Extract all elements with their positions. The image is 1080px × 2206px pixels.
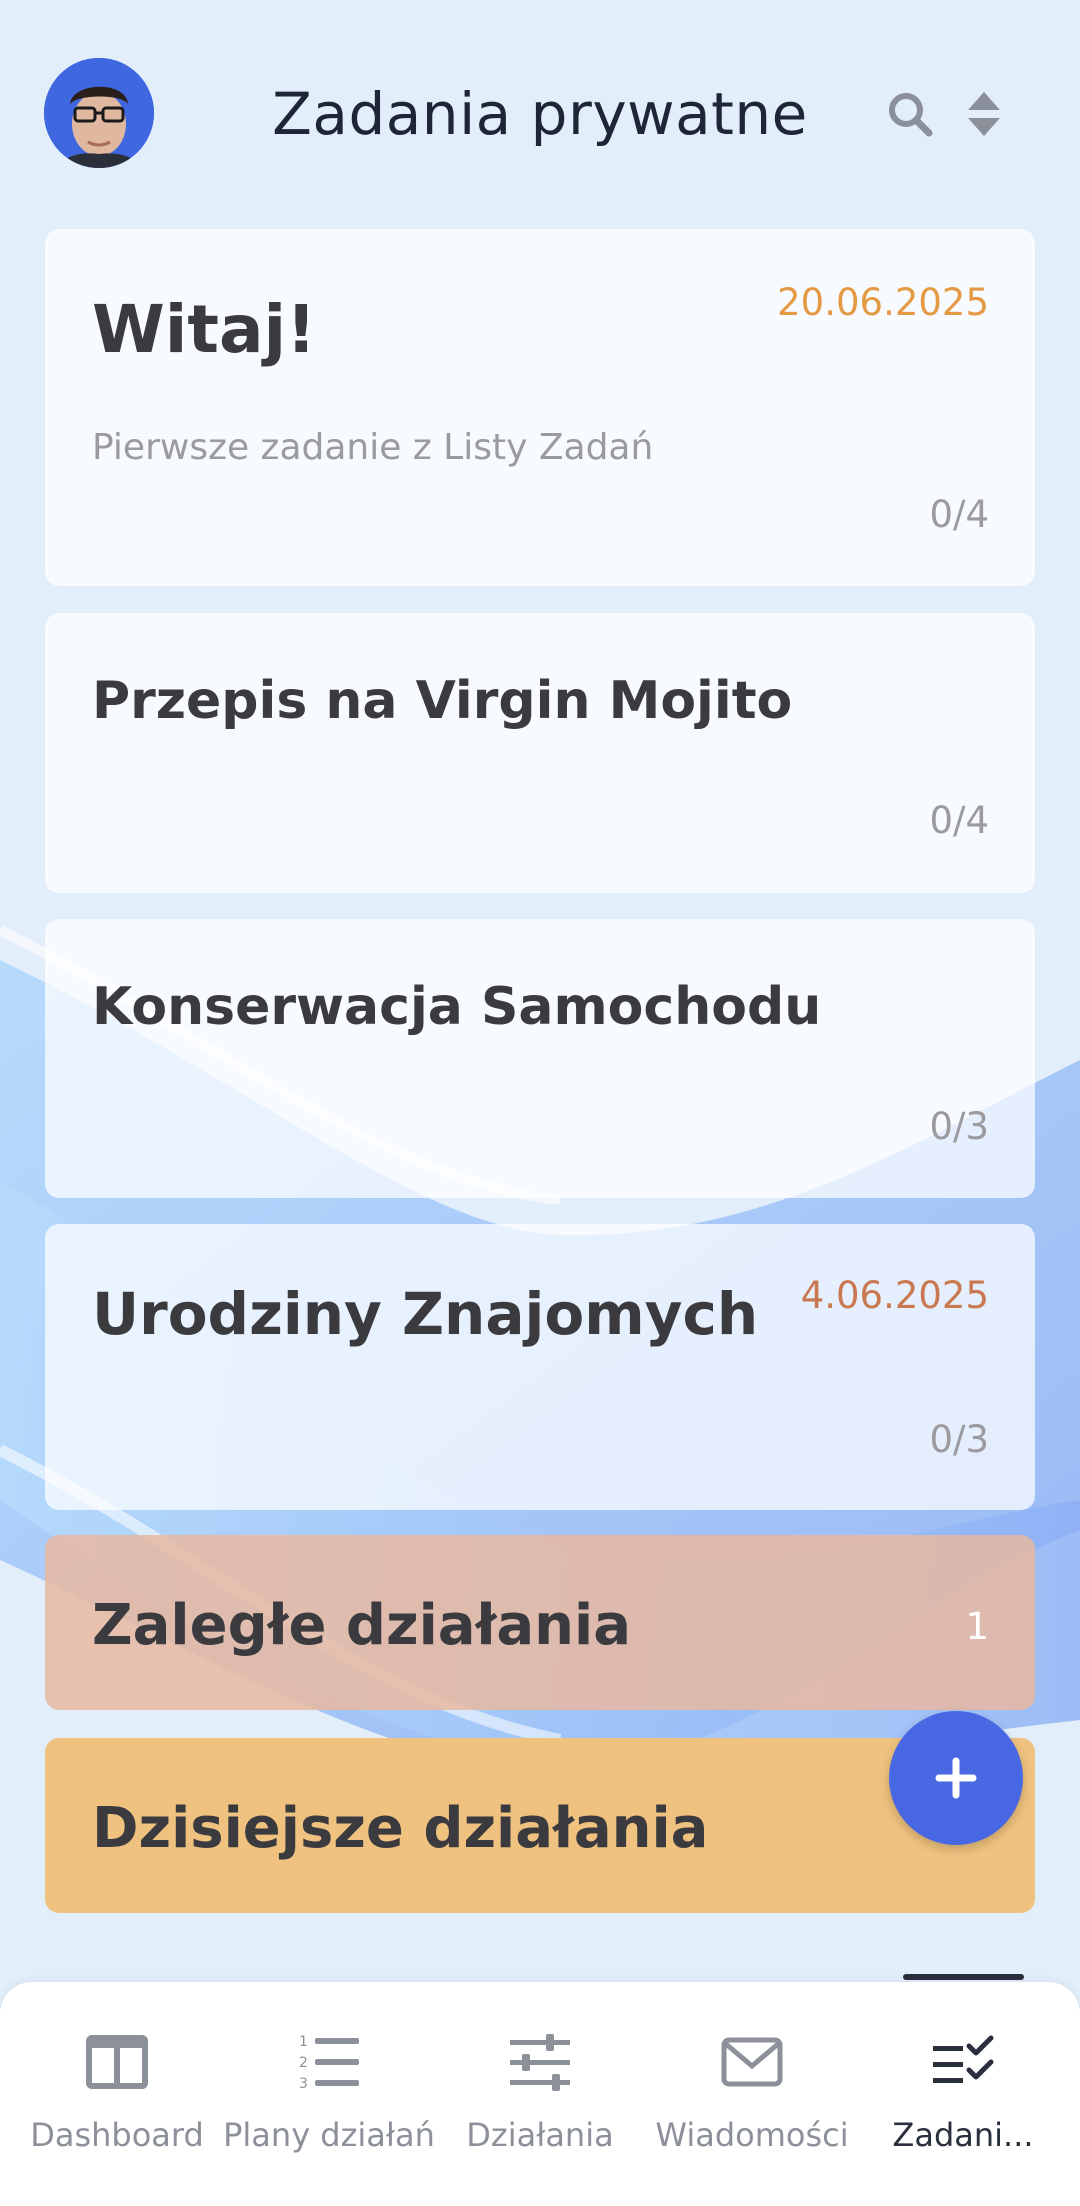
nav-label: Plany działań xyxy=(223,2116,435,2154)
svg-text:3: 3 xyxy=(299,2076,308,2092)
nav-item-tasks[interactable]: Zadani... xyxy=(855,1982,1071,2206)
bottom-navigation: Dashboard 1 2 3 Plany działań Działania … xyxy=(0,1982,1080,2206)
today-actions-label: Dzisiejsze działania xyxy=(92,1796,709,1861)
task-card[interactable]: Przepis na Virgin Mojito 0/4 xyxy=(45,613,1035,893)
task-progress: 0/3 xyxy=(929,1105,989,1148)
plus-icon xyxy=(935,1757,977,1799)
envelope-icon xyxy=(720,2030,784,2094)
task-title: Przepis na Virgin Mojito xyxy=(92,671,793,731)
task-title: Konserwacja Samochodu xyxy=(92,977,822,1037)
task-title: Witaj! xyxy=(92,291,317,368)
numbered-list-icon: 1 2 3 xyxy=(297,2030,361,2094)
task-progress: 0/3 xyxy=(929,1418,989,1461)
task-card[interactable]: Witaj! 20.06.2025 Pierwsze zadanie z Lis… xyxy=(45,229,1035,586)
svg-text:1: 1 xyxy=(299,2034,308,2050)
task-card[interactable]: Konserwacja Samochodu 0/3 xyxy=(45,919,1035,1198)
task-progress: 0/4 xyxy=(929,493,989,536)
dashboard-icon xyxy=(85,2030,149,2094)
search-icon[interactable] xyxy=(882,86,938,142)
nav-label: Zadani... xyxy=(892,2116,1034,2154)
sort-icon[interactable] xyxy=(956,86,1012,142)
sliders-icon xyxy=(508,2030,572,2094)
nav-item-actions[interactable]: Działania xyxy=(432,1982,648,2206)
add-button[interactable] xyxy=(889,1711,1023,1845)
task-progress: 0/4 xyxy=(929,799,989,842)
task-card[interactable]: Urodziny Znajomych 4.06.2025 0/3 xyxy=(45,1224,1035,1510)
today-actions-section[interactable]: Dzisiejsze działania xyxy=(45,1738,1035,1913)
active-tab-indicator xyxy=(903,1974,1024,1980)
nav-item-messages[interactable]: Wiadomości xyxy=(644,1982,860,2206)
checklist-icon xyxy=(931,2030,995,2094)
svg-text:2: 2 xyxy=(299,2055,308,2071)
nav-label: Wiadomości xyxy=(655,2116,849,2154)
task-date: 20.06.2025 xyxy=(777,281,989,324)
app-header: Zadania prywatne xyxy=(0,0,1080,220)
task-subtitle: Pierwsze zadanie z Listy Zadań xyxy=(92,427,654,468)
nav-label: Dashboard xyxy=(30,2116,204,2154)
overdue-actions-section[interactable]: Zaległe działania 1 xyxy=(45,1535,1035,1710)
task-title: Urodziny Znajomych xyxy=(92,1280,759,1348)
nav-label: Działania xyxy=(466,2116,614,2154)
nav-item-dashboard[interactable]: Dashboard xyxy=(9,1982,225,2206)
task-date: 4.06.2025 xyxy=(800,1274,989,1317)
overdue-count: 1 xyxy=(965,1605,989,1648)
overdue-actions-label: Zaległe działania xyxy=(92,1593,631,1658)
nav-item-action-plans[interactable]: 1 2 3 Plany działań xyxy=(221,1982,437,2206)
